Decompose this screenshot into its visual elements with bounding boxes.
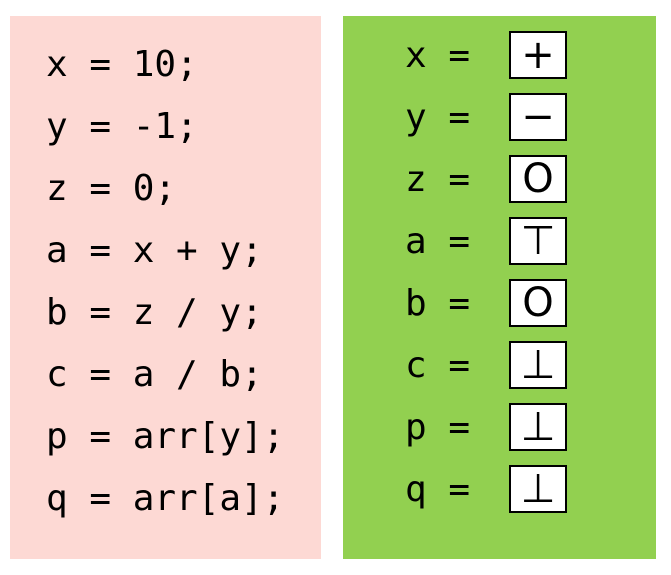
code-lines: x = 10; y = -1; z = 0; a = x + y; b = z … <box>46 34 284 530</box>
code-line-a: a = x + y; <box>46 230 263 271</box>
abstract-value-q: ⊥ <box>509 465 567 513</box>
abstract-values-panel: x = + y = − z = O a = ⊤ b = O c = ⊥ p = … <box>343 16 656 559</box>
abstract-lhs-x: x = <box>405 34 471 76</box>
abstract-lhs-p: p = <box>405 406 471 448</box>
abstract-row-x: x = + <box>405 24 567 86</box>
code-line-c: c = a / b; <box>46 354 263 395</box>
abstract-rows: x = + y = − z = O a = ⊤ b = O c = ⊥ p = … <box>405 24 567 520</box>
abstract-row-q: q = ⊥ <box>405 458 567 520</box>
abstract-row-b: b = O <box>405 272 567 334</box>
abstract-lhs-z: z = <box>405 158 471 200</box>
abstract-row-a: a = ⊤ <box>405 210 567 272</box>
abstract-value-z: O <box>509 155 567 203</box>
code-line-q: q = arr[a]; <box>46 478 285 519</box>
abstract-row-c: c = ⊥ <box>405 334 567 396</box>
abstract-lhs-y: y = <box>405 96 471 138</box>
abstract-lhs-a: a = <box>405 220 471 262</box>
abstract-value-y: − <box>509 93 567 141</box>
abstract-row-y: y = − <box>405 86 567 148</box>
abstract-lhs-b: b = <box>405 282 471 324</box>
abstract-value-c: ⊥ <box>509 341 567 389</box>
code-line-b: b = z / y; <box>46 292 263 333</box>
code-line-z: z = 0; <box>46 168 177 209</box>
abstract-value-b: O <box>509 279 567 327</box>
sign-analysis-diagram: x = 10; y = -1; z = 0; a = x + y; b = z … <box>0 0 671 575</box>
abstract-value-a: ⊤ <box>509 217 567 265</box>
abstract-lhs-c: c = <box>405 344 471 386</box>
abstract-value-x: + <box>509 31 567 79</box>
code-panel: x = 10; y = -1; z = 0; a = x + y; b = z … <box>10 16 321 559</box>
code-line-p: p = arr[y]; <box>46 416 285 457</box>
abstract-row-z: z = O <box>405 148 567 210</box>
code-line-x: x = 10; <box>46 44 198 85</box>
abstract-value-p: ⊥ <box>509 403 567 451</box>
abstract-lhs-q: q = <box>405 468 471 510</box>
abstract-row-p: p = ⊥ <box>405 396 567 458</box>
code-line-y: y = -1; <box>46 106 198 147</box>
